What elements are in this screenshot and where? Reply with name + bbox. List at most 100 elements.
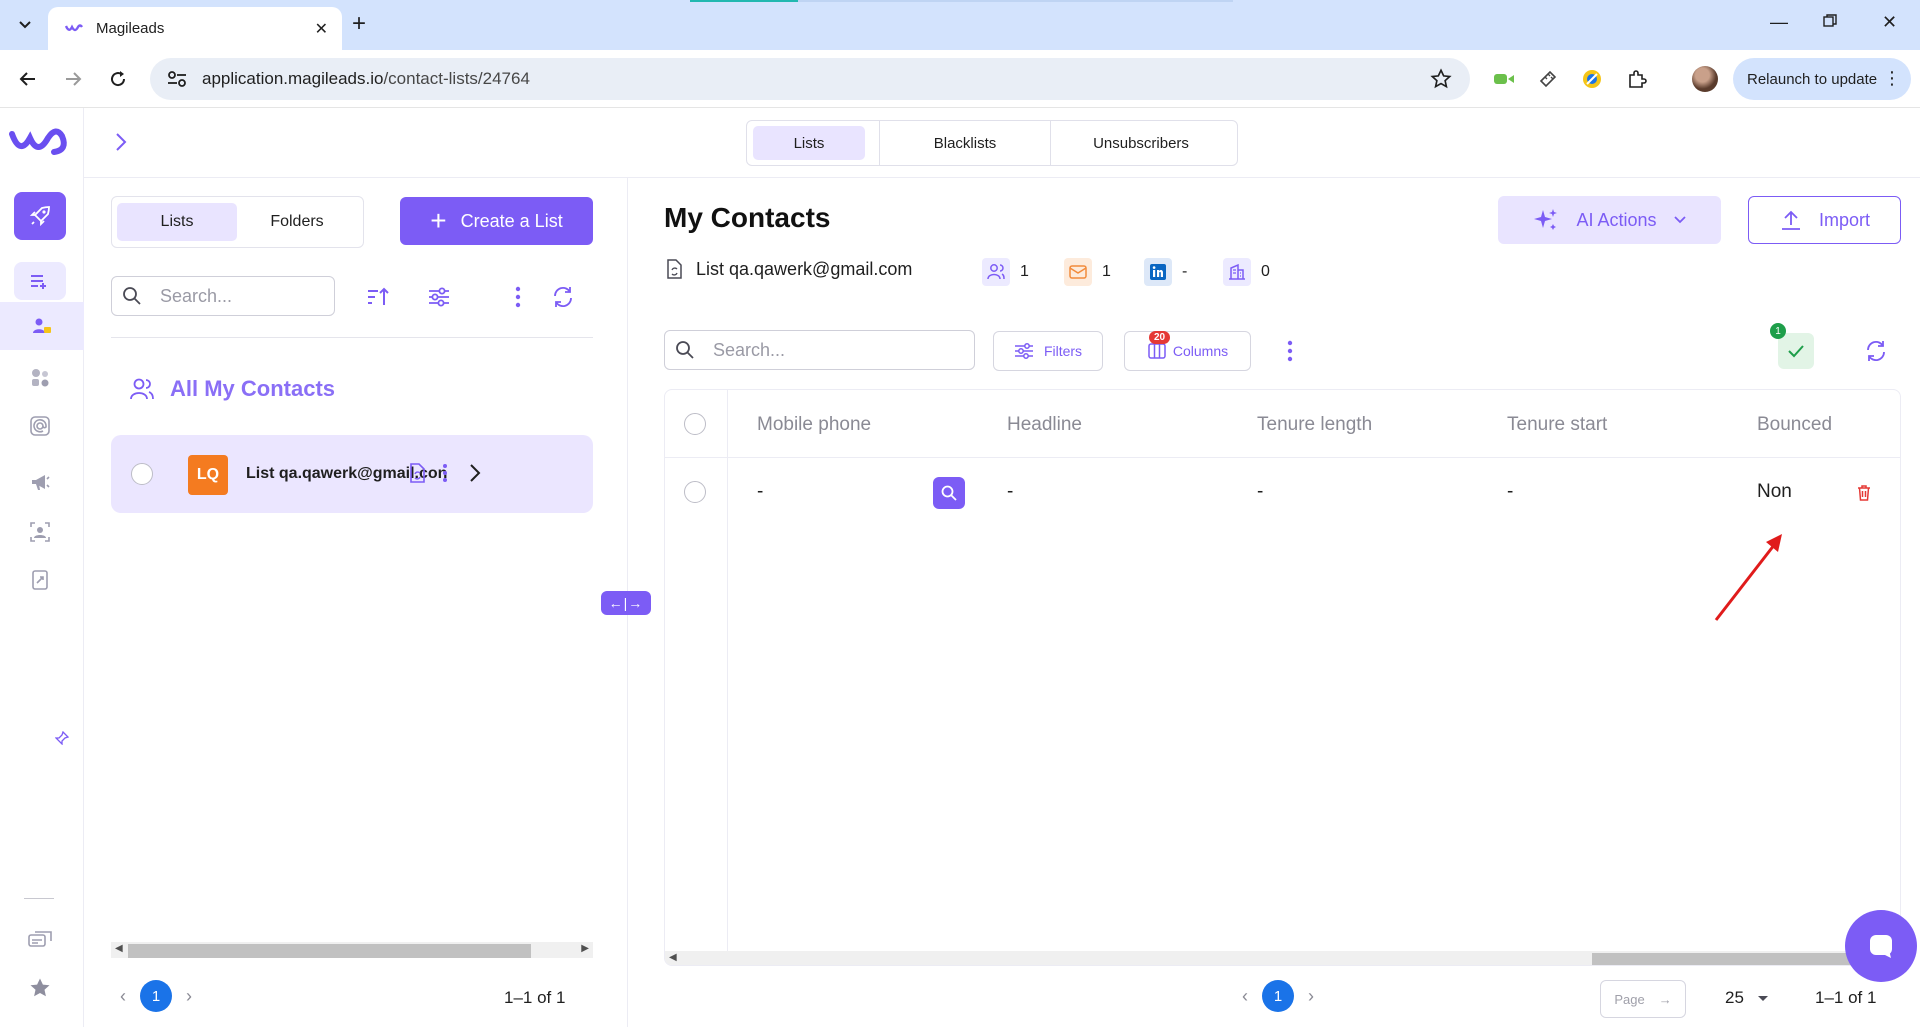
columns-button[interactable]: 20 Columns <box>1124 331 1251 371</box>
per-page-select[interactable]: 25 <box>1725 988 1769 1008</box>
back-arrow-icon[interactable] <box>13 64 43 94</box>
filters-button[interactable]: Filters <box>993 331 1103 371</box>
lists-refresh-icon[interactable] <box>548 282 578 312</box>
all-contacts-link[interactable]: All My Contacts <box>128 375 335 403</box>
stat-contacts: 1 <box>982 258 1029 286</box>
rail-add-list[interactable] <box>14 262 66 300</box>
scroll-right-icon[interactable]: ▶ <box>581 943 589 954</box>
table-horizontal-scrollbar[interactable]: ◀ <box>665 951 1900 965</box>
lists-search <box>111 276 335 316</box>
next-page-icon[interactable]: › <box>1308 986 1314 1007</box>
go-arrow-icon[interactable]: → <box>1659 992 1672 1007</box>
minimize-icon[interactable]: — <box>1770 12 1788 33</box>
bookmark-star-icon[interactable] <box>1430 68 1452 90</box>
relaunch-button[interactable]: Relaunch to update ⋮ <box>1733 58 1911 100</box>
forward-arrow-icon[interactable] <box>58 64 88 94</box>
current-page[interactable]: 1 <box>1262 980 1294 1012</box>
window-close-icon[interactable]: ✕ <box>1882 12 1897 33</box>
enrich-search-button[interactable] <box>933 477 965 509</box>
verify-button[interactable]: 1 <box>1770 323 1814 369</box>
page-jump-input[interactable]: Page → <box>1600 980 1686 1018</box>
tab-lists[interactable]: Lists <box>753 126 865 160</box>
lists-horizontal-scrollbar[interactable]: ◀ ▶ <box>111 942 593 958</box>
tab-close-icon[interactable]: ✕ <box>315 19 328 39</box>
tab-blacklists[interactable]: Blacklists <box>880 126 1050 160</box>
camera-extension-icon[interactable] <box>1491 66 1517 92</box>
colorful-extension-icon[interactable] <box>1579 66 1605 92</box>
lists-more-icon[interactable] <box>503 282 533 312</box>
restore-icon[interactable] <box>1823 12 1837 33</box>
contacts-search-input[interactable] <box>713 339 863 361</box>
prev-page-icon[interactable]: ‹ <box>1242 986 1248 1007</box>
browser-toolbar: application.magileads.io/contact-lists/2… <box>0 50 1920 108</box>
trash-icon[interactable] <box>1856 484 1872 502</box>
lists-search-input[interactable] <box>160 285 310 307</box>
current-page[interactable]: 1 <box>140 980 172 1012</box>
all-contacts-label: All My Contacts <box>170 376 336 401</box>
list-item-checkbox[interactable] <box>131 463 153 485</box>
caret-down-icon <box>1757 996 1768 1001</box>
header-headline[interactable]: Headline <box>1007 414 1082 436</box>
star-icon <box>30 978 50 997</box>
new-tab-button[interactable]: + <box>352 12 366 36</box>
rail-email[interactable] <box>14 402 66 450</box>
url-path: /contact-lists/24764 <box>383 69 530 88</box>
header-mobile-phone[interactable]: Mobile phone <box>757 414 871 436</box>
scroll-thumb[interactable] <box>128 944 531 958</box>
rail-favorites[interactable] <box>14 964 66 1012</box>
import-button[interactable]: Import <box>1748 196 1901 244</box>
header-bounced[interactable]: Bounced <box>1757 414 1832 436</box>
rail-campaigns[interactable] <box>14 458 66 506</box>
row-checkbox[interactable] <box>684 481 706 503</box>
header-tenure-length[interactable]: Tenure length <box>1257 414 1372 436</box>
tab-unsubscribers[interactable]: Unsubscribers <box>1051 126 1231 160</box>
rail-reports[interactable] <box>14 556 66 604</box>
users-icon <box>130 378 154 400</box>
site-settings-icon[interactable] <box>166 68 188 90</box>
create-list-button[interactable]: + Create a List <box>400 197 593 245</box>
prev-page-icon[interactable]: ‹ <box>120 986 126 1007</box>
expand-sidebar-icon[interactable] <box>114 132 128 157</box>
ruler-extension-icon[interactable] <box>1535 66 1561 92</box>
profile-avatar[interactable] <box>1692 66 1718 92</box>
tab-search-button[interactable] <box>10 10 40 40</box>
list-item-more-icon[interactable] <box>442 462 448 484</box>
ai-actions-button[interactable]: AI Actions <box>1498 196 1721 244</box>
list-item[interactable]: LQ List qa.qawerk@gmail.con <box>111 435 593 513</box>
table-refresh-icon[interactable] <box>1861 331 1891 371</box>
magileads-logo-icon[interactable] <box>8 122 76 162</box>
filter-sliders-icon[interactable] <box>424 282 454 312</box>
scroll-left-icon[interactable]: ◀ <box>669 952 677 963</box>
rail-integrations[interactable] <box>14 916 66 964</box>
toggle-folders[interactable]: Folders <box>237 203 357 241</box>
scroll-thumb[interactable] <box>1592 953 1888 965</box>
users-icon <box>982 258 1010 286</box>
cell-mobile-phone: - <box>757 481 764 502</box>
app: Lists Blacklists Unsubscribers Lists Fol… <box>0 108 1920 1027</box>
reload-icon[interactable] <box>103 64 133 94</box>
chat-widget-button[interactable] <box>1845 910 1917 982</box>
rail-segments[interactable] <box>14 354 66 402</box>
lists-divider <box>111 337 593 338</box>
toggle-lists[interactable]: Lists <box>117 203 237 241</box>
rocket-icon <box>29 206 50 227</box>
address-bar[interactable]: application.magileads.io/contact-lists/2… <box>150 58 1470 100</box>
header-tenure-start[interactable]: Tenure start <box>1507 414 1607 436</box>
table-row[interactable]: - - - - Non <box>665 459 1900 525</box>
table-more-icon[interactable] <box>1278 331 1302 371</box>
rail-rocket[interactable] <box>14 192 66 240</box>
rail-profile[interactable] <box>14 508 66 556</box>
sort-icon[interactable] <box>363 282 393 312</box>
chevron-right-icon[interactable] <box>469 463 481 483</box>
scroll-left-icon[interactable]: ◀ <box>115 943 123 954</box>
browser-tab[interactable]: Magileads ✕ <box>48 7 342 50</box>
linkedin-icon <box>1144 258 1172 286</box>
select-all-checkbox[interactable] <box>684 413 706 435</box>
document-sync-icon[interactable] <box>407 462 427 484</box>
segments-icon <box>32 369 49 387</box>
next-page-icon[interactable]: › <box>186 986 192 1007</box>
pin-icon[interactable] <box>50 726 74 750</box>
rail-contacts[interactable] <box>0 302 84 350</box>
extensions-puzzle-icon[interactable] <box>1624 66 1650 92</box>
browser-menu-icon[interactable]: ⋮ <box>1883 68 1901 89</box>
